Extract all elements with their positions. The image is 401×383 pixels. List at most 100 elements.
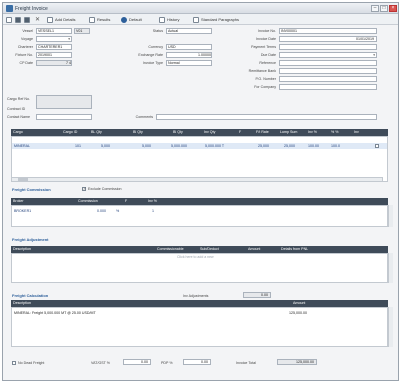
invoice-no-label: Invoice No. <box>258 29 276 33</box>
scrollbar-thumb[interactable] <box>18 178 28 181</box>
delete-button[interactable]: ✕ <box>35 16 40 23</box>
save-button[interactable] <box>15 16 21 23</box>
cargo-ref-field <box>36 95 92 109</box>
commission-inv-header: Inv % <box>148 199 157 203</box>
exchange-rate-field[interactable]: 1.00000 <box>166 52 212 58</box>
new-button[interactable] <box>6 16 12 23</box>
inv-qty-header: Inv Qty <box>204 130 216 134</box>
due-date-field[interactable]: ▾ <box>279 52 377 58</box>
inv-pct-header: Inv % <box>308 130 317 134</box>
reference-label: Reference <box>259 61 276 65</box>
broker-header: Broker <box>13 199 24 203</box>
inv-pct-cell: 100.00 <box>308 144 319 148</box>
freight-adjustment-title: Freight Adjustment <box>12 237 49 242</box>
toolbar: ✕ Add Details Results Default History St… <box>3 14 398 25</box>
standard-paragraphs-label: Standard Paragraphs <box>201 17 240 22</box>
details-pnl-header: Details from PNL <box>281 247 309 251</box>
cargo-id-header: Cargo ID <box>63 130 78 134</box>
contact-name-field[interactable] <box>36 114 92 120</box>
description-header: Description <box>13 247 31 251</box>
history-button[interactable]: History <box>159 16 179 23</box>
cargo-grid-header: Cargo Cargo ID BL Qty Bl Qty Bl Qty Inv … <box>11 129 388 136</box>
commission-vertical-scrollbar[interactable] <box>388 205 393 227</box>
results-button[interactable]: Results <box>89 16 110 23</box>
new-document-icon <box>6 16 12 23</box>
add-details-label: Add Details <box>55 17 76 22</box>
calc-amount-header: Amount <box>293 301 306 305</box>
delete-icon: ✕ <box>35 17 41 23</box>
calc-description-cell: MINERAL: Freight 5,000.000 MT @ 25.00 US… <box>14 311 96 315</box>
maximize-button[interactable]: □ <box>380 5 388 12</box>
due-date-label: Due Date <box>260 53 276 57</box>
table-row[interactable]: MINERAL 101 5,000 5,000 5,000.000 5,000.… <box>12 143 387 149</box>
invoice-type-field[interactable]: Normal <box>166 60 212 66</box>
currency-field[interactable]: USD <box>166 44 212 50</box>
inv-qty-cell: 5,000.000 T <box>205 144 225 148</box>
add-details-icon <box>47 16 53 23</box>
exclude-commission-checkbox[interactable] <box>82 186 86 191</box>
ft-rate-header: F/t Rate <box>256 130 269 134</box>
freight-commission-title: Freight Commission <box>12 187 51 192</box>
invoiced-checkbox[interactable] <box>375 144 379 148</box>
window-title: Freight Invoice <box>15 6 48 12</box>
save-close-icon <box>24 16 30 23</box>
cargo-cell: MINERAL <box>14 144 30 148</box>
exclude-commission-label: Exclude Commission <box>88 187 122 191</box>
default-button[interactable]: Default <box>121 16 142 23</box>
commission-grid-header: Broker Commission F Inv % <box>11 198 388 205</box>
invoice-no-field[interactable]: INV00001 <box>279 28 377 34</box>
voyage-number-field: V01 <box>74 28 90 34</box>
close-button[interactable]: × <box>389 5 397 12</box>
bl-qty2-header: Bl Qty <box>133 130 143 134</box>
standard-paragraphs-button[interactable]: Standard Paragraphs <box>193 16 239 23</box>
calculation-vertical-scrollbar[interactable] <box>388 307 393 347</box>
history-label: History <box>167 17 180 22</box>
cp-date-field[interactable]: 7 4 <box>36 60 72 66</box>
charterer-field[interactable]: CHARTERER1 <box>36 44 72 50</box>
charterer-label: Charterer <box>17 45 33 49</box>
default-label: Default <box>129 17 142 22</box>
title-bar: Freight Invoice – □ × <box>3 3 398 14</box>
app-icon <box>6 5 13 12</box>
status-label: Status <box>152 29 163 33</box>
sub-deduct-header: Sub/Deduct <box>200 247 219 251</box>
cargo-grid-horizontal-scrollbar[interactable] <box>11 177 383 182</box>
broker-cell: BROKER1 <box>14 209 32 213</box>
commission-header: Commission <box>78 199 98 203</box>
table-row[interactable]: BROKER1 0.000 % 1 <box>12 208 162 214</box>
vessel-field[interactable]: VESSEL1 <box>36 28 72 34</box>
results-label: Results <box>97 17 111 22</box>
pdp-field[interactable]: 0.00 <box>183 359 211 365</box>
minimize-button[interactable]: – <box>371 5 379 12</box>
voyage-field[interactable]: ▾ <box>36 36 72 42</box>
status-field[interactable]: Actual <box>166 28 212 34</box>
reference-field[interactable] <box>279 60 377 66</box>
fixture-label: Fixture No. <box>15 53 33 57</box>
cargo-header: Cargo <box>13 130 23 134</box>
pct-cell: 100.0 <box>331 144 340 148</box>
cp-date-label: CP Date <box>19 61 33 65</box>
save-close-button[interactable] <box>24 16 30 23</box>
po-number-field[interactable] <box>279 76 377 82</box>
cargo-id-cell: 101 <box>75 144 81 148</box>
add-adjustment-placeholder[interactable]: Click here to add a new <box>177 255 214 259</box>
adjustment-vertical-scrollbar[interactable] <box>388 253 393 283</box>
table-row[interactable]: MINERAL: Freight 5,000.000 MT @ 25.00 US… <box>12 310 387 316</box>
vat-gst-field[interactable]: 0.00 <box>123 359 151 365</box>
vessel-label: Vessel <box>22 29 33 33</box>
payment-terms-field[interactable] <box>279 44 377 50</box>
pct-header: % % <box>331 130 339 134</box>
remittance-bank-field[interactable] <box>279 68 377 74</box>
cargo-ref-label: Cargo Ref No. <box>7 97 30 101</box>
comments-field[interactable] <box>156 114 377 120</box>
fixture-field[interactable]: 2019001 <box>36 52 72 58</box>
invoiced-header: Inv <box>354 130 359 134</box>
comments-label: Comments <box>135 115 153 119</box>
commission-cell: 0.000 <box>97 209 106 213</box>
for-company-field[interactable] <box>279 84 377 90</box>
voyage-label: Voyage <box>21 37 33 41</box>
invoice-date-field[interactable]: 01/01/2019 <box>279 36 377 42</box>
vat-gst-label: VAT/GST % <box>91 361 110 365</box>
add-details-button[interactable]: Add Details <box>47 16 75 23</box>
no-dead-freight-checkbox[interactable] <box>12 361 16 365</box>
